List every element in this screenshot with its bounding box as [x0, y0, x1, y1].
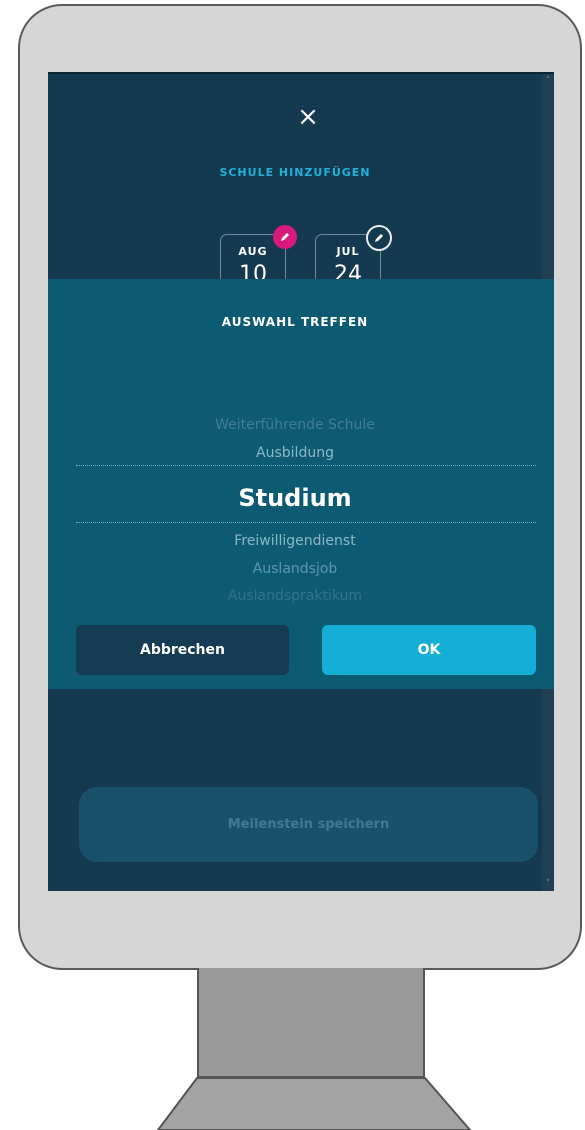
selection-picker: AUSWAHL TREFFEN Weiterführende Schule Au…	[48, 279, 554, 689]
selection-divider-bottom	[76, 522, 536, 523]
ok-button[interactable]: OK	[322, 625, 536, 675]
picker-option[interactable]: Freiwilligendienst	[48, 533, 542, 549]
picker-option[interactable]: Weiterführende Schule	[48, 417, 542, 433]
scroll-up-icon[interactable]: ˄	[542, 74, 554, 88]
save-milestone-button[interactable]: Meilenstein speichern	[79, 787, 538, 862]
scroll-down-icon[interactable]: ˅	[542, 877, 554, 891]
app-screen: ˄ ˅ × SCHULE HINZUFÜGEN AUG 10 JUL 24 AU…	[48, 72, 554, 891]
picker-option-selected[interactable]: Studium	[48, 484, 542, 512]
edit-end-date-icon[interactable]	[366, 225, 392, 251]
close-icon[interactable]: ×	[293, 102, 323, 132]
cancel-button[interactable]: Abbrechen	[76, 625, 289, 675]
picker-option[interactable]: Auslandspraktikum	[48, 588, 542, 604]
edit-start-date-icon[interactable]	[273, 225, 297, 249]
start-date-month: AUG	[238, 245, 268, 258]
picker-title: AUSWAHL TREFFEN	[221, 315, 369, 329]
dialog-title: SCHULE HINZUFÜGEN	[219, 166, 371, 179]
selection-divider-top	[76, 465, 536, 466]
picker-option[interactable]: Auslandsjob	[48, 561, 542, 577]
picker-option[interactable]: Ausbildung	[48, 445, 542, 461]
device-stand-neck	[197, 968, 425, 1078]
